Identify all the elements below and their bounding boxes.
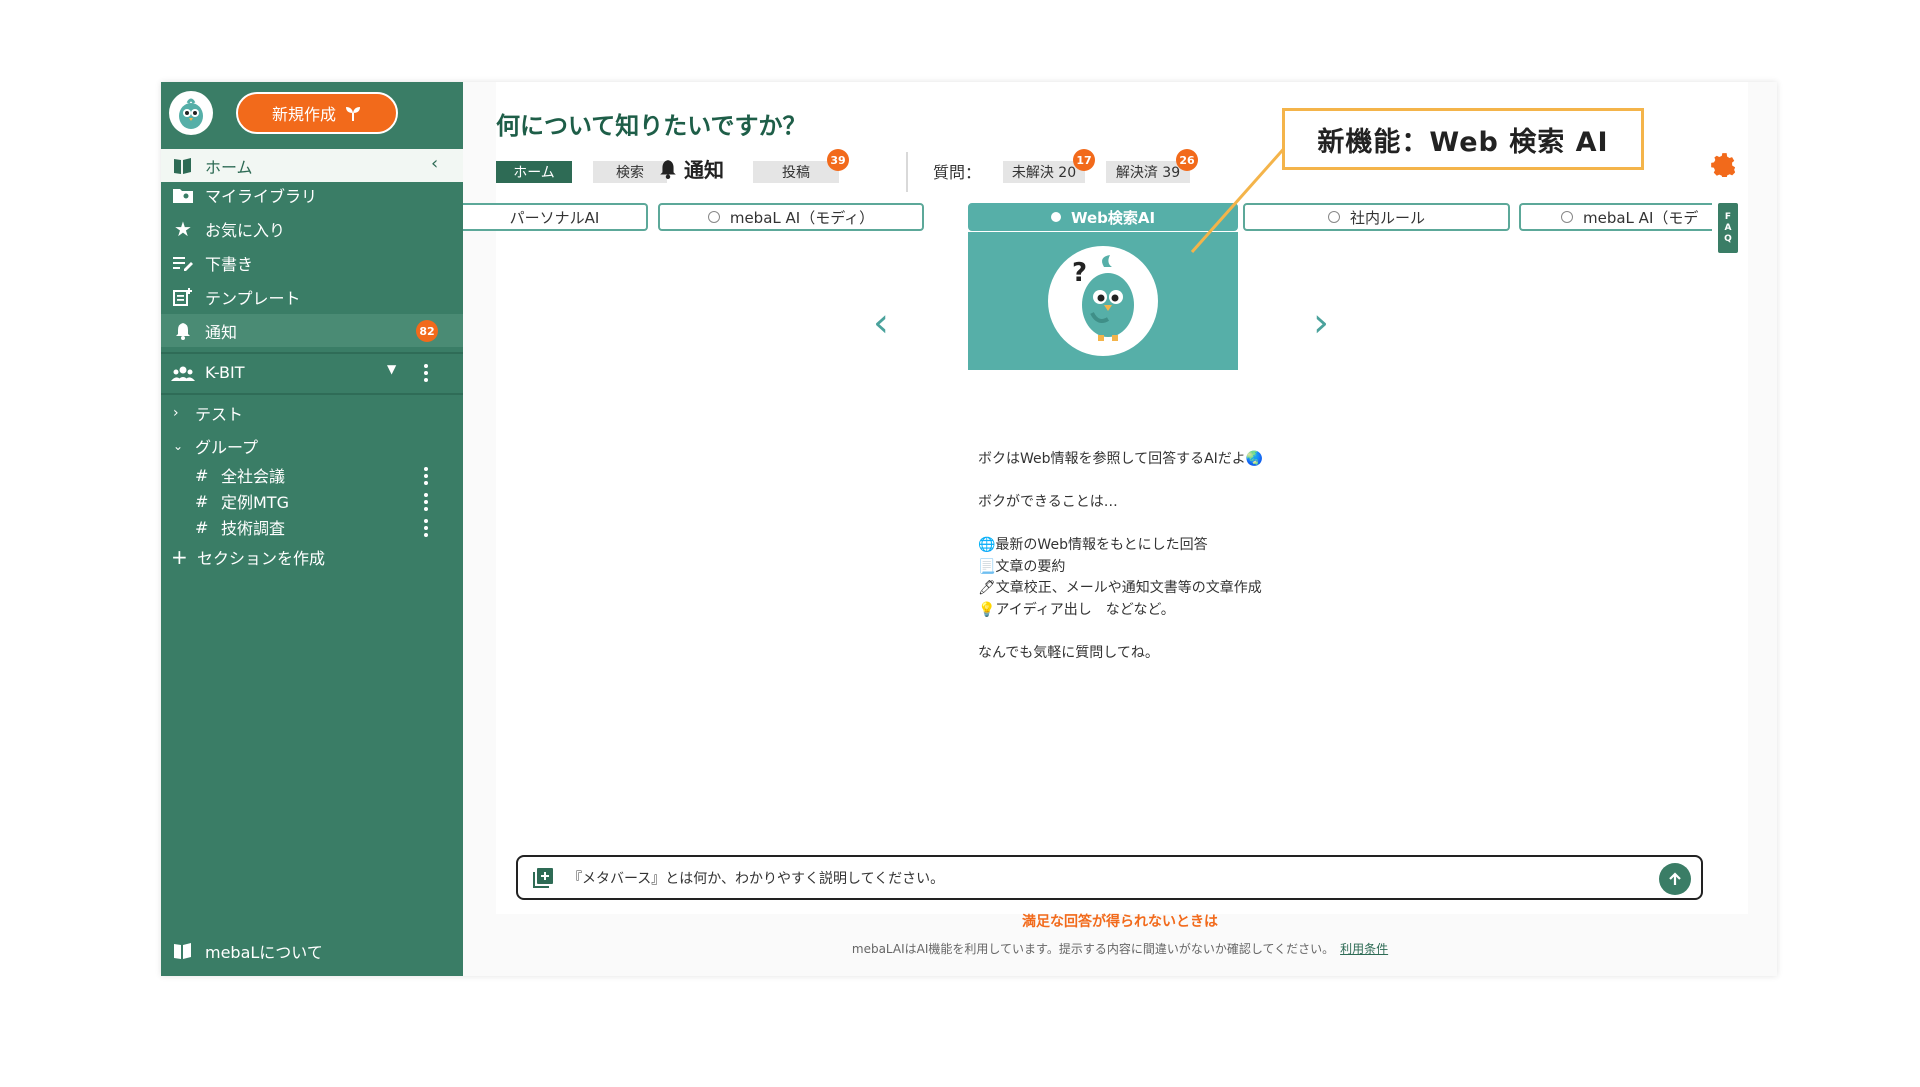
section-test[interactable]: › テスト bbox=[173, 401, 243, 425]
page-title: 何について知りたいですか？ bbox=[496, 112, 807, 140]
unresolved-filter[interactable]: 未解決 20 bbox=[1003, 161, 1085, 183]
description-line: 🖊文章校正、メールや通知文書等の文章作成 bbox=[978, 580, 1262, 596]
unresolved-count-badge: 17 bbox=[1073, 149, 1095, 171]
gear-icon[interactable] bbox=[1709, 151, 1735, 177]
plus-icon: + bbox=[171, 545, 188, 569]
sidebar-item-my-library[interactable]: マイライブラリ bbox=[161, 178, 463, 211]
description-line bbox=[978, 621, 1263, 643]
tab-home[interactable]: ホーム bbox=[496, 161, 572, 183]
add-attachment-icon[interactable] bbox=[532, 867, 554, 889]
channel-menu-icon[interactable] bbox=[423, 467, 429, 485]
folder-user-icon bbox=[169, 184, 197, 206]
user-avatar[interactable] bbox=[169, 91, 213, 135]
tab-separator bbox=[906, 152, 908, 192]
mascot-circle: ? bbox=[1048, 246, 1158, 356]
mode-description: ボクはWeb情報を参照して回答するAIだよ🌏 ボクができることは… 🌐最新のWe… bbox=[978, 449, 1263, 664]
description-line: 🌐最新のWeb情報をもとにした回答 bbox=[978, 537, 1208, 553]
description-line bbox=[978, 514, 1263, 536]
collapse-sidebar-icon[interactable]: ‹ bbox=[431, 153, 438, 174]
tab-post[interactable]: 投稿 bbox=[753, 161, 839, 183]
sidebar-item-templates[interactable]: テンプレート bbox=[161, 280, 463, 313]
sidebar-divider bbox=[161, 393, 463, 395]
create-section-button[interactable]: + セクションを作成 bbox=[171, 545, 325, 569]
description-line: なんでも気軽に質問してね。 bbox=[978, 644, 1159, 661]
notification-count-badge: 82 bbox=[416, 320, 438, 342]
question-input-box bbox=[516, 855, 1703, 900]
bell-icon bbox=[169, 320, 197, 342]
sidebar-item-about[interactable]: mebaLについて bbox=[161, 934, 463, 967]
callout-pointer-line bbox=[1190, 143, 1290, 253]
faq-tab[interactable]: F A Q bbox=[1718, 203, 1738, 253]
arrow-up-icon bbox=[1669, 872, 1681, 885]
tab-notifications[interactable]: 通知 bbox=[658, 154, 724, 183]
terms-link[interactable]: 利用条件 bbox=[1340, 942, 1388, 956]
new-create-button[interactable]: 新規作成 bbox=[236, 92, 398, 134]
unsatisfied-link[interactable]: 満足な回答が得られないときは bbox=[463, 911, 1777, 931]
sprout-icon bbox=[346, 107, 360, 121]
bell-icon bbox=[660, 159, 676, 179]
post-count-badge: 39 bbox=[827, 149, 849, 171]
group-icon bbox=[169, 362, 197, 384]
chevron-right-icon: › bbox=[173, 405, 179, 421]
channel-menu-icon[interactable] bbox=[423, 493, 429, 511]
description-line: 📃文章の要約 bbox=[978, 558, 1066, 575]
mascot-bird-icon bbox=[179, 98, 203, 129]
sidebar-item-drafts[interactable]: 下書き bbox=[161, 246, 463, 279]
send-button[interactable] bbox=[1659, 863, 1691, 895]
carousel-prev-icon[interactable]: ‹ bbox=[873, 300, 889, 346]
channel-item[interactable]: # 全社会議 bbox=[195, 463, 285, 487]
section-group[interactable]: ⌄ グループ bbox=[173, 434, 258, 458]
mode-personal-ai[interactable]: パーソナルAI bbox=[463, 203, 648, 231]
radio-selected-icon bbox=[1050, 212, 1061, 222]
chevron-down-icon: ⌄ bbox=[173, 439, 184, 453]
dropdown-caret-icon[interactable]: ▼ bbox=[387, 362, 396, 376]
questions-label: 質問： bbox=[933, 163, 982, 182]
tab-search[interactable]: 検索 bbox=[593, 161, 667, 183]
channel-item[interactable]: # 定例MTG bbox=[195, 489, 289, 513]
edit-list-icon bbox=[169, 252, 197, 274]
new-feature-callout: 新機能：Web 検索 AI bbox=[1282, 108, 1644, 170]
star-icon: ★ bbox=[174, 216, 192, 241]
description-line: 💡アイディア出し などなど。 bbox=[978, 601, 1175, 618]
hash-icon: # bbox=[195, 465, 209, 485]
footer-note: mebaLAIはAI機能を利用しています。提示する内容に間違いがないか確認してく… bbox=[851, 942, 1389, 956]
library-icon bbox=[169, 940, 197, 962]
radio-icon bbox=[707, 211, 720, 223]
channel-item[interactable]: # 技術調査 bbox=[195, 515, 285, 539]
description-line bbox=[978, 471, 1263, 493]
sidebar-item-favorites[interactable]: ★ お気に入り bbox=[161, 212, 463, 245]
mascot-thinking-bird-icon: ? bbox=[1072, 255, 1134, 341]
mode-mebal-ai-model[interactable]: mebaL AI（モデ bbox=[1519, 203, 1712, 231]
description-line: ボクができることは… bbox=[978, 494, 1118, 510]
radio-icon bbox=[1561, 211, 1573, 223]
hash-icon: # bbox=[195, 491, 209, 511]
sidebar: 新規作成 ホーム ‹ マイライブラリ ★ お気に入り 下書き テンプレート 通知… bbox=[161, 82, 463, 976]
sidebar-divider bbox=[161, 352, 463, 354]
org-selector[interactable]: K-BIT ▼ bbox=[161, 356, 463, 389]
org-menu-icon[interactable] bbox=[423, 364, 429, 382]
library-icon bbox=[169, 155, 197, 177]
svg-text:?: ? bbox=[1072, 258, 1087, 288]
question-input[interactable] bbox=[568, 867, 1628, 889]
description-line: ボクはWeb情報を参照して回答するAIだよ🌏 bbox=[978, 451, 1264, 467]
carousel-next-icon[interactable]: › bbox=[1313, 300, 1329, 346]
app-window: 新規作成 ホーム ‹ マイライブラリ ★ お気に入り 下書き テンプレート 通知… bbox=[161, 82, 1777, 976]
sidebar-item-notifications[interactable]: 通知 82 bbox=[161, 314, 463, 347]
channel-menu-icon[interactable] bbox=[423, 519, 429, 537]
template-icon bbox=[169, 286, 197, 308]
hash-icon: # bbox=[195, 517, 209, 537]
mode-mebal-ai-modi[interactable]: mebaL AI（モディ） bbox=[658, 203, 924, 231]
main-panel: 何について知りたいですか？ ホーム 検索 通知 投稿 39 質問： 未解決 20… bbox=[463, 82, 1777, 976]
radio-icon bbox=[1327, 211, 1340, 223]
